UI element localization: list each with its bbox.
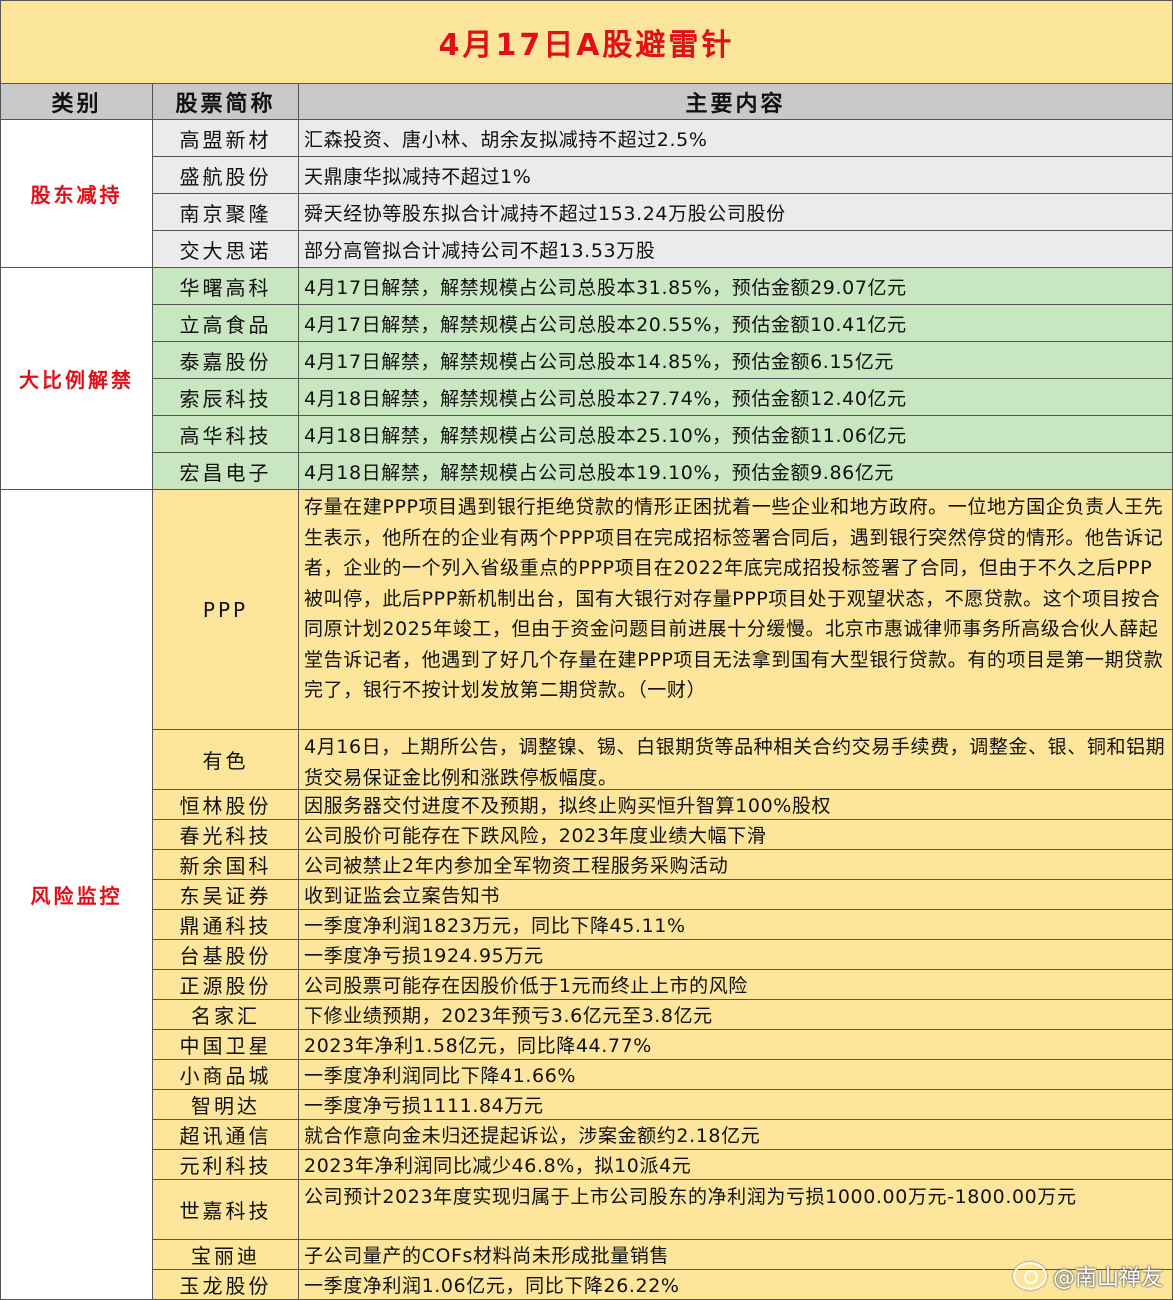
category-unlock: 大比例解禁: [0, 268, 153, 490]
header-content: 主要内容: [299, 84, 1173, 120]
stock-content: 就合作意向金未归还提起诉讼，涉案金额约2.18亿元: [299, 1120, 1173, 1150]
stock-name: 玉龙股份: [153, 1270, 299, 1300]
stock-name: 华曙高科: [153, 268, 299, 305]
stock-name: 南京聚隆: [153, 194, 299, 231]
header-category: 类别: [0, 84, 153, 120]
stock-content: 舜天经协等股东拟合计减持不超过153.24万股公司股份: [299, 194, 1173, 231]
stock-name: 宝丽迪: [153, 1240, 299, 1270]
stock-name: 恒林股份: [153, 790, 299, 820]
stock-name: 立高食品: [153, 305, 299, 342]
table-title: 4月17日A股避雷针: [0, 0, 1173, 84]
watermark: @南山禅友: [1012, 1260, 1163, 1292]
stock-content: 存量在建PPP项目遇到银行拒绝贷款的情形正困扰着一些企业和地方政府。一位地方国企…: [299, 490, 1173, 730]
stock-name: 名家汇: [153, 1000, 299, 1030]
stock-name: 小商品城: [153, 1060, 299, 1090]
stock-content: 公司被禁止2年内参加全军物资工程服务采购活动: [299, 850, 1173, 880]
stock-content: 一季度净亏损1111.84万元: [299, 1090, 1173, 1120]
stock-name: 盛航股份: [153, 157, 299, 194]
stock-name: 高华科技: [153, 416, 299, 453]
stock-name: 鼎通科技: [153, 910, 299, 940]
stock-content: 公司股价可能存在下跌风险，2023年度业绩大幅下滑: [299, 820, 1173, 850]
stock-name: 索辰科技: [153, 379, 299, 416]
stock-content: 4月18日解禁，解禁规模占公司总股本19.10%，预估金额9.86亿元: [299, 453, 1173, 490]
stock-name: 正源股份: [153, 970, 299, 1000]
stock-content: 4月17日解禁，解禁规模占公司总股本31.85%，预估金额29.07亿元: [299, 268, 1173, 305]
category-risk: 风险监控: [0, 490, 153, 1300]
stock-content: 下修业绩预期，2023年预亏3.6亿元至3.8亿元: [299, 1000, 1173, 1030]
stock-name: PPP: [153, 490, 299, 730]
stock-name: 东吴证券: [153, 880, 299, 910]
stock-name: 世嘉科技: [153, 1180, 299, 1240]
header-stock: 股票简称: [153, 84, 299, 120]
stock-content: 2023年净利润同比减少46.8%，拟10派4元: [299, 1150, 1173, 1180]
stock-content: 因服务器交付进度不及预期，拟终止购买恒升智算100%股权: [299, 790, 1173, 820]
stock-name: 有色: [153, 730, 299, 790]
stock-name: 中国卫星: [153, 1030, 299, 1060]
watermark-text: @南山禅友: [1052, 1266, 1163, 1291]
stock-content: 4月18日解禁，解禁规模占公司总股本27.74%，预估金额12.40亿元: [299, 379, 1173, 416]
stock-name: 交大思诺: [153, 231, 299, 268]
stock-name: 宏昌电子: [153, 453, 299, 490]
stock-name: 泰嘉股份: [153, 342, 299, 379]
stock-content: 天鼎康华拟减持不超过1%: [299, 157, 1173, 194]
stock-content: 收到证监会立案告知书: [299, 880, 1173, 910]
stock-content: 一季度净利润1823万元，同比下降45.11%: [299, 910, 1173, 940]
stock-name: 高盟新材: [153, 120, 299, 157]
avoid-thunder-table: 4月17日A股避雷针 类别 股票简称 主要内容 股东减持 高盟新材 汇森投资、唐小林…: [0, 0, 1173, 1300]
stock-name: 春光科技: [153, 820, 299, 850]
stock-content: 公司预计2023年度实现归属于上市公司股东的净利润为亏损1000.00万元-18…: [299, 1180, 1173, 1240]
stock-content: 2023年净利1.58亿元，同比降44.77%: [299, 1030, 1173, 1060]
stock-name: 台基股份: [153, 940, 299, 970]
stock-content: 部分高管拟合计减持公司不超13.53万股: [299, 231, 1173, 268]
stock-content: 一季度净亏损1924.95万元: [299, 940, 1173, 970]
stock-content: 4月17日解禁，解禁规模占公司总股本20.55%，预估金额10.41亿元: [299, 305, 1173, 342]
stock-content: 汇森投资、唐小林、胡余友拟减持不超过2.5%: [299, 120, 1173, 157]
stock-content: 公司股票可能存在因股价低于1元而终止上市的风险: [299, 970, 1173, 1000]
category-reduce: 股东减持: [0, 120, 153, 268]
stock-content: 4月18日解禁，解禁规模占公司总股本25.10%，预估金额11.06亿元: [299, 416, 1173, 453]
stock-name: 智明达: [153, 1090, 299, 1120]
stock-name: 超讯通信: [153, 1120, 299, 1150]
stock-content: 4月17日解禁，解禁规模占公司总股本14.85%，预估金额6.15亿元: [299, 342, 1173, 379]
stock-content: 4月16日，上期所公告，调整镍、锡、白银期货等品种相关合约交易手续费，调整金、银…: [299, 730, 1173, 790]
stock-name: 元利科技: [153, 1150, 299, 1180]
stock-name: 新余国科: [153, 850, 299, 880]
stock-content: 一季度净利润同比下降41.66%: [299, 1060, 1173, 1090]
weibo-icon: [1012, 1262, 1047, 1290]
